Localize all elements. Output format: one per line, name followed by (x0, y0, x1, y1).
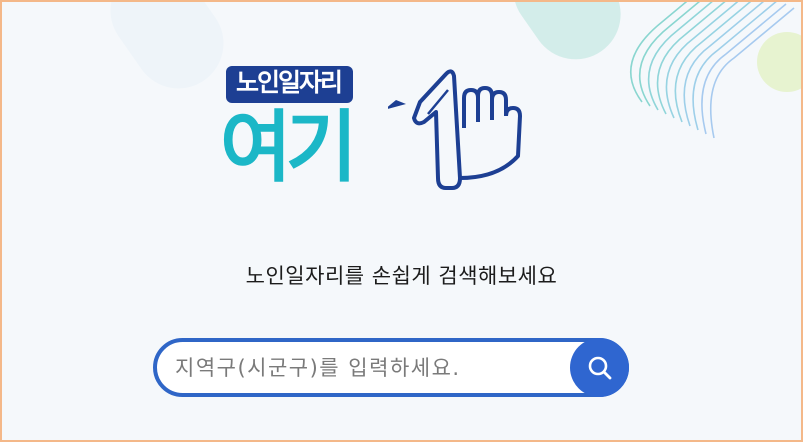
logo: 노인일자리 여기 (220, 60, 560, 205)
pointing-hand-icon (388, 69, 522, 190)
logo-badge: 노인일자리 (226, 66, 354, 103)
search-input[interactable] (175, 342, 555, 393)
logo-main-text: 여기 (220, 103, 358, 193)
page-frame: 노인일자리 여기 노인일자리를 손쉽게 검색해보세요 (2, 2, 801, 440)
headline: 노인일자리를 손쉽게 검색해보세요 (245, 264, 558, 288)
search-icon (588, 356, 611, 379)
search-button[interactable] (570, 338, 629, 397)
search-bar (153, 338, 629, 397)
